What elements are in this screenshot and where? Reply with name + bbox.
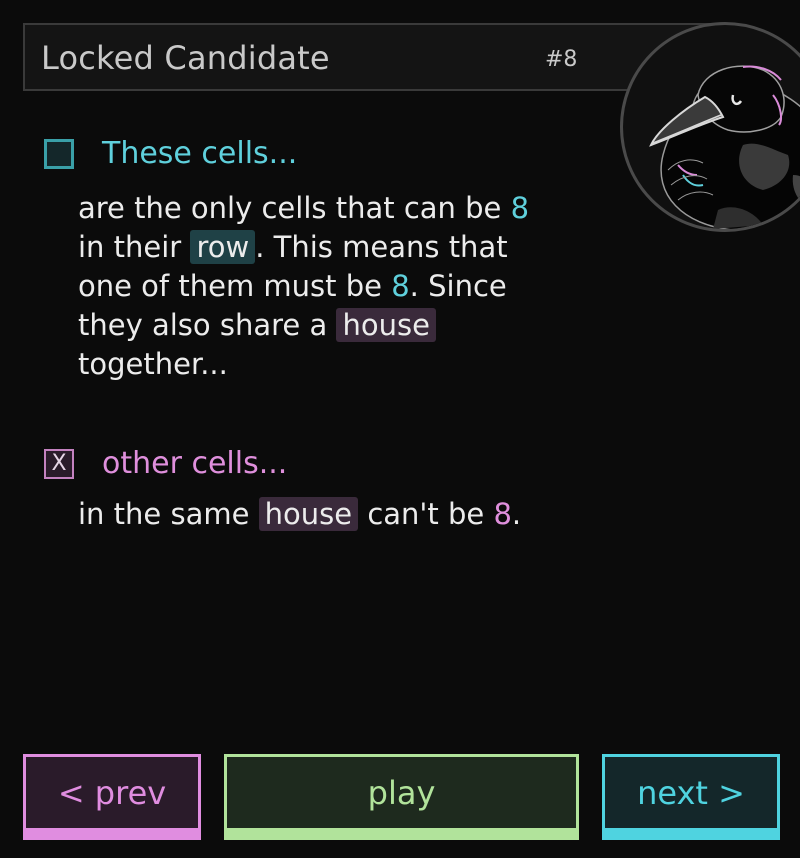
explanation-text: . xyxy=(511,497,522,531)
house-chip: house xyxy=(336,308,436,342)
hint-header: Locked Candidate #8 xyxy=(23,23,713,91)
explanation-text: together... xyxy=(78,347,228,381)
hint-panel: Locked Candidate #8 These cells... are t… xyxy=(0,0,800,858)
eliminated-cells-explanation: in the same house can't be 8. xyxy=(78,495,678,534)
play-button[interactable]: play xyxy=(224,754,579,840)
explanation-text: in their xyxy=(78,230,191,264)
candidate-number: 8 xyxy=(510,191,530,225)
prev-button-label: < prev xyxy=(57,774,167,812)
eliminated-cells-header: X other cells... xyxy=(44,446,678,481)
eliminated-cells-label: other cells... xyxy=(102,446,288,481)
explanation-text: are the only cells that can be xyxy=(78,191,511,225)
hint-title: Locked Candidate xyxy=(41,39,330,77)
play-button-label: play xyxy=(367,774,436,812)
locked-cells-label: These cells... xyxy=(102,136,298,171)
house-chip: house xyxy=(258,497,359,531)
explanation-text: in the same xyxy=(78,497,259,531)
locked-cells-section: These cells... are the only cells that c… xyxy=(44,136,558,384)
hint-number: #8 xyxy=(545,47,578,72)
candidate-number: 8 xyxy=(493,497,512,531)
next-button-label: next > xyxy=(637,774,745,812)
next-button[interactable]: next > xyxy=(602,754,780,840)
locked-cells-explanation: are the only cells that can be 8 in thei… xyxy=(78,189,558,384)
x-checkbox-icon[interactable]: X xyxy=(44,448,74,479)
explanation-text: can't be xyxy=(358,497,494,531)
eliminated-cells-section: X other cells... in the same house can't… xyxy=(44,446,678,534)
row-chip: row xyxy=(190,230,256,264)
empty-checkbox-icon[interactable] xyxy=(44,138,74,169)
prev-button[interactable]: < prev xyxy=(23,754,201,840)
candidate-number: 8 xyxy=(391,269,410,303)
locked-cells-header: These cells... xyxy=(44,136,558,171)
crow-illustration xyxy=(649,65,800,229)
